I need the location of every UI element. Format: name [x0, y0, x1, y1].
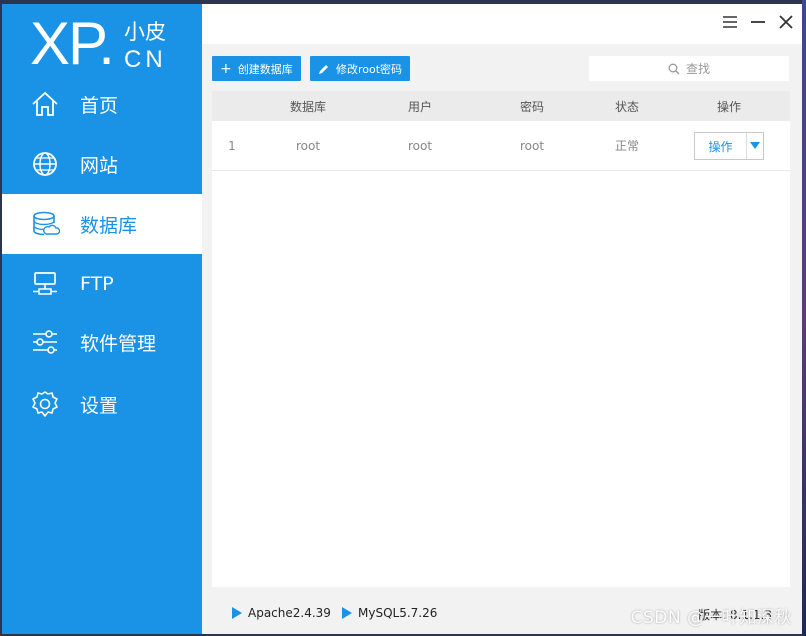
sidebar: XP. 小皮 CN 首页 网站 数据库 FTP 软件管理 设置 [2, 4, 202, 634]
sidebar-item-label: 数据库 [80, 214, 138, 237]
logo-sub-top: 小皮 [124, 20, 166, 44]
table-row: 1 root root root 正常 操作 [212, 121, 790, 171]
modify-root-password-label: 修改root密码 [336, 62, 403, 76]
sidebar-item-database[interactable]: 数据库 [2, 194, 202, 254]
play-icon[interactable] [342, 607, 352, 619]
pencil-icon [319, 64, 328, 74]
sidebar-item-label: 设置 [80, 394, 119, 417]
cell-database: root [295, 138, 321, 153]
row-action-label[interactable]: 操作 [695, 133, 747, 159]
logo-sub-bottom: CN [124, 46, 167, 73]
play-icon[interactable] [232, 607, 242, 619]
sidebar-item-label: 网站 [80, 154, 119, 177]
sidebar-item-software[interactable]: 软件管理 [2, 312, 202, 372]
cell-user: root [407, 138, 433, 153]
title-bar [202, 4, 802, 44]
search-placeholder: 查找 [685, 62, 710, 76]
watermark: CSDN @一叶知深秋 [630, 608, 792, 628]
cell-password: root [519, 138, 545, 153]
column-header-password: 密码 [519, 99, 544, 114]
search-icon [668, 63, 680, 74]
modify-root-password-button[interactable]: 修改root密码 [310, 56, 411, 81]
sidebar-item-website[interactable]: 网站 [2, 134, 202, 194]
desktop-background [802, 0, 806, 636]
gear-icon [32, 391, 58, 417]
service-mysql[interactable]: MySQL5.7.26 [342, 606, 437, 620]
main-panel: + 创建数据库 修改root密码 查找 数据库 用户 密码 状态 操作 1 ro… [202, 4, 802, 634]
service-apache[interactable]: Apache2.4.39 [232, 606, 331, 620]
service-label: Apache2.4.39 [248, 606, 331, 620]
minimize-icon[interactable] [748, 12, 768, 32]
row-action-button[interactable]: 操作 [694, 132, 764, 160]
sidebar-item-label: 首页 [80, 94, 119, 117]
logo: XP. 小皮 CN [30, 12, 190, 82]
sidebar-item-settings[interactable]: 设置 [2, 374, 202, 434]
home-icon [32, 91, 58, 116]
column-header-status: 状态 [614, 99, 639, 114]
search-input[interactable]: 查找 [589, 56, 789, 81]
database-icon [33, 211, 60, 236]
logo-main: XP. [30, 10, 115, 77]
database-table: 数据库 用户 密码 状态 操作 1 root root root 正常 操作 [212, 91, 790, 587]
app-window: XP. 小皮 CN 首页 网站 数据库 FTP 软件管理 设置 + 创建数据库 … [2, 4, 802, 634]
sidebar-item-label: 软件管理 [80, 332, 157, 355]
sidebar-item-home[interactable]: 首页 [2, 74, 202, 134]
sidebar-item-label: FTP [80, 273, 114, 295]
column-header-database: 数据库 [289, 99, 326, 114]
globe-icon [33, 152, 57, 176]
menu-icon[interactable] [720, 12, 740, 32]
sidebar-item-ftp[interactable]: FTP [2, 254, 202, 314]
caret-down-icon[interactable] [747, 133, 763, 159]
plus-icon: + [220, 60, 232, 77]
create-database-label: 创建数据库 [237, 62, 293, 76]
column-header-user: 用户 [407, 99, 432, 114]
row-index: 1 [228, 138, 236, 153]
create-database-button[interactable]: + 创建数据库 [212, 56, 301, 81]
cell-status: 正常 [614, 139, 639, 153]
table-header: 数据库 用户 密码 状态 操作 [212, 91, 790, 121]
close-icon[interactable] [776, 12, 796, 32]
service-label: MySQL5.7.26 [358, 606, 438, 620]
column-header-action: 操作 [716, 99, 741, 114]
ftp-server-icon [33, 272, 57, 295]
sliders-icon [33, 330, 57, 354]
